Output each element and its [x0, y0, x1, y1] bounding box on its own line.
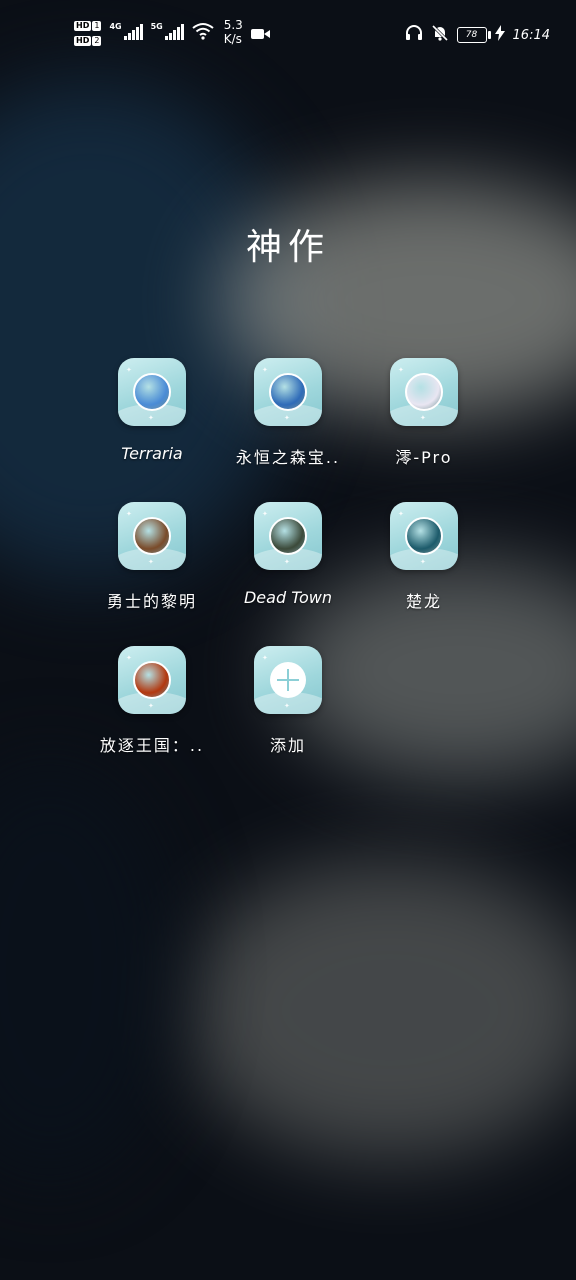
app-label: Terraria: [121, 444, 183, 463]
app-label: 永恒之森宝..: [235, 448, 341, 467]
warriors-icon[interactable]: ✦ ✦: [118, 502, 186, 570]
app-shortcut[interactable]: ✦ ✦ 楚龙: [356, 502, 492, 612]
chulong-hero-icon[interactable]: ✦ ✦: [390, 502, 458, 570]
anime-girl-icon[interactable]: ✦ ✦: [390, 358, 458, 426]
sim1-signal-icon: 4G: [109, 22, 143, 40]
add-icon[interactable]: ✦ ✦: [254, 646, 322, 714]
charging-bolt-icon: [494, 25, 505, 45]
hd2-label: HD: [74, 36, 92, 46]
app-shortcut[interactable]: ✦ ✦ 澪-Pro: [356, 358, 492, 468]
app-label: Dead Town: [243, 588, 333, 607]
dead-town-icon[interactable]: ✦ ✦: [254, 502, 322, 570]
folder-app-grid: ✦ ✦ Terraria ✦ ✦ 永恒之森宝.. ✦ ✦ 澪-Pro ✦ ✦ 勇士的黎明 ✦ ✦ Dead …: [84, 358, 492, 756]
app-shortcut[interactable]: ✦ ✦ 放逐王国：..: [84, 646, 220, 756]
sim1-network-type: 4G: [109, 22, 122, 31]
status-bar: HD 1 HD 2 4G 5G 5.3 K/s 78 16:14: [0, 0, 576, 70]
app-shortcut[interactable]: ✦ ✦ Dead Town: [220, 502, 356, 612]
forest-game-icon[interactable]: ✦ ✦: [254, 358, 322, 426]
hd-indicators: HD 1 HD 2: [74, 18, 102, 46]
hd1-label: HD: [74, 21, 92, 31]
hd1-sim: 1: [92, 21, 102, 31]
network-speed: 5.3 K/s: [224, 18, 243, 46]
sim2-signal-icon: 5G: [151, 22, 184, 40]
folder-title[interactable]: 神作: [0, 218, 576, 270]
app-label: 勇士的黎明: [106, 592, 197, 611]
hd2-sim: 2: [92, 36, 102, 46]
net-speed-value: 5.3: [223, 18, 243, 32]
mute-bell-icon: [431, 24, 449, 46]
battery-icon: 78: [456, 27, 491, 43]
app-label: 楚龙: [405, 592, 442, 611]
clock: 16:14: [512, 27, 550, 43]
headphones-icon: [405, 24, 423, 46]
add-app-button[interactable]: ✦ ✦ 添加: [220, 646, 356, 756]
app-label: 放逐王国：..: [99, 736, 205, 755]
app-shortcut[interactable]: ✦ ✦ Terraria: [84, 358, 220, 468]
wifi-icon: [192, 22, 214, 43]
sim2-network-type: 5G: [150, 22, 163, 31]
lava-planet-icon[interactable]: ✦ ✦: [118, 646, 186, 714]
net-speed-unit: K/s: [223, 32, 242, 46]
video-camera-icon: [250, 28, 271, 43]
app-label: 添加: [269, 736, 306, 755]
app-label: 澪-Pro: [395, 448, 453, 467]
app-shortcut[interactable]: ✦ ✦ 永恒之森宝..: [220, 358, 356, 468]
terraria-tree-icon[interactable]: ✦ ✦: [118, 358, 186, 426]
app-shortcut[interactable]: ✦ ✦ 勇士的黎明: [84, 502, 220, 612]
